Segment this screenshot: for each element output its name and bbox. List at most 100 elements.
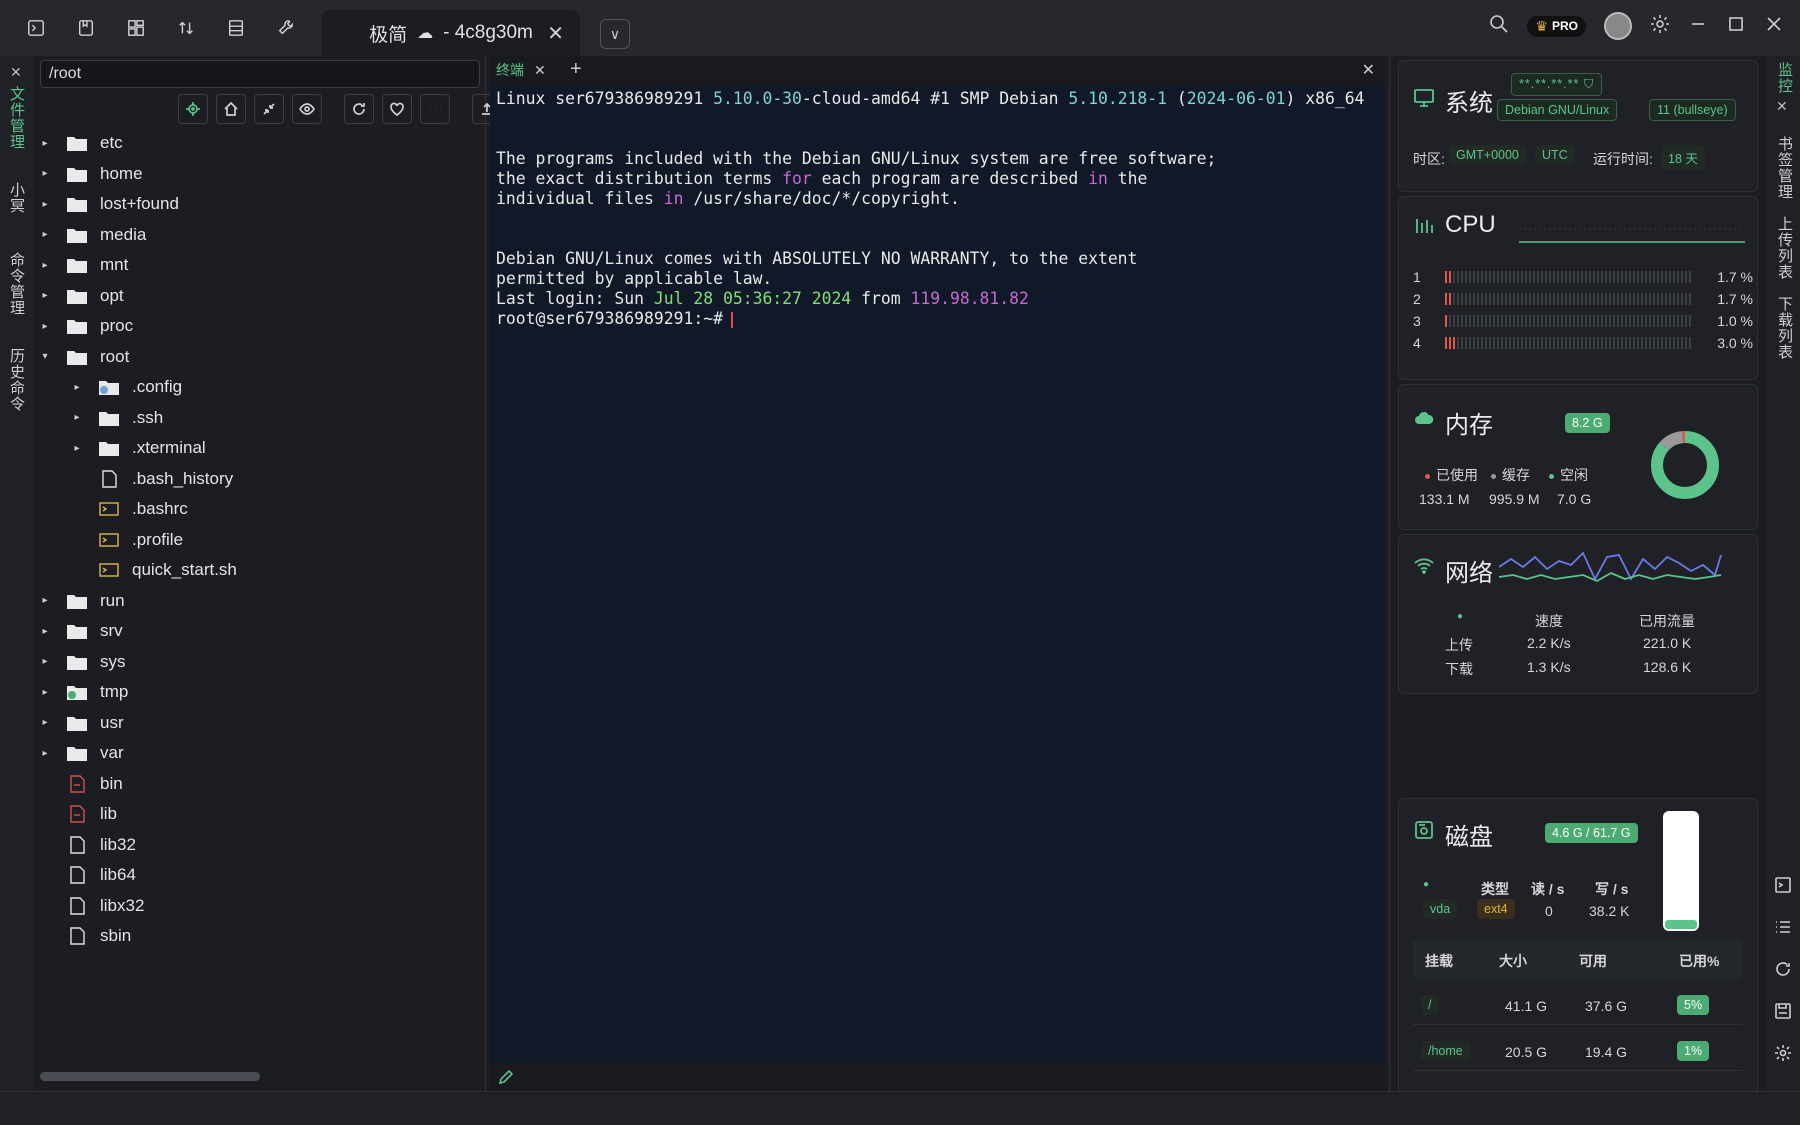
cpu-card: CPU 1 1.7 % 2 1.7 % 3 1.0 % 4 3.0 %: [1398, 196, 1758, 380]
chevron-right-icon[interactable]: ▸: [38, 717, 52, 728]
chevron-right-icon[interactable]: ▸: [38, 290, 52, 301]
tree-item[interactable]: ▸ mnt: [38, 248, 128, 282]
terminal-panel[interactable]: 终端 ✕ + ✕ Linux ser679386989291 5.10.0-30-…: [490, 56, 1385, 1091]
chevron-down-icon[interactable]: ∨: [600, 19, 630, 49]
tree-item[interactable]: ▸ .xterminal: [70, 431, 205, 465]
memory-free-value: 7.0 G: [1557, 491, 1592, 507]
mount-avail: 37.6 G: [1585, 998, 1628, 1014]
tab-notes[interactable]: 小冥: [6, 182, 27, 214]
tree-item[interactable]: ▸ sys: [38, 645, 125, 679]
tab-command-manager[interactable]: 命令管理: [6, 252, 27, 316]
more-button[interactable]: [420, 94, 450, 124]
tree-item[interactable]: quick_start.sh: [70, 553, 237, 587]
collapse-button[interactable]: [254, 94, 284, 124]
chevron-right-icon[interactable]: ▸: [70, 412, 84, 423]
tree-item[interactable]: .profile: [70, 523, 183, 557]
cloud-icon: [1413, 407, 1435, 434]
tree-item[interactable]: ▸ .ssh: [70, 401, 163, 435]
tree-item[interactable]: ▸ var: [38, 736, 123, 770]
close-terminal-tab-icon[interactable]: ✕: [534, 62, 546, 78]
session-tab[interactable]: 极简 ☁ - 4c8g30m ✕: [322, 10, 580, 56]
tree-item[interactable]: ▸ tmp: [38, 675, 128, 709]
tree-item[interactable]: ▸ srv: [38, 614, 122, 648]
folder-clock-icon: [66, 683, 88, 701]
tree-item[interactable]: ▸ opt: [38, 279, 123, 313]
tab-upload-list[interactable]: 上传列表: [1774, 216, 1795, 280]
minimize-icon[interactable]: [1688, 14, 1708, 39]
gear-small-icon[interactable]: [1774, 1044, 1792, 1067]
folder-icon: [66, 592, 88, 610]
path-input[interactable]: /root: [40, 60, 480, 88]
search-icon[interactable]: [1489, 14, 1509, 39]
tab-monitor[interactable]: 监控: [1774, 62, 1795, 94]
terminal-tab[interactable]: 终端 ✕: [496, 60, 546, 80]
locate-button[interactable]: [178, 94, 208, 124]
add-terminal-icon[interactable]: +: [570, 58, 582, 81]
chevron-right-icon[interactable]: ▸: [38, 138, 52, 149]
close-monitor-icon[interactable]: ✕: [1776, 98, 1788, 115]
tree-item[interactable]: ▸ usr: [38, 706, 123, 740]
tab-history[interactable]: 历史命令: [6, 348, 27, 412]
chevron-right-icon[interactable]: ▸: [38, 199, 52, 210]
tree-item[interactable]: lib: [38, 797, 117, 831]
gear-icon[interactable]: [1650, 14, 1670, 39]
terminal-output[interactable]: Linux ser679386989291 5.10.0-30-cloud-am…: [496, 89, 1364, 329]
list-small-icon[interactable]: [1774, 918, 1792, 941]
eye-button[interactable]: [292, 94, 322, 124]
horizontal-scrollbar[interactable]: [40, 1072, 260, 1081]
tree-item[interactable]: ▸ lost+found: [38, 187, 178, 221]
tree-item[interactable]: ▸ etc: [38, 126, 122, 160]
chevron-right-icon[interactable]: ▸: [38, 168, 52, 179]
refresh-small-icon[interactable]: [1774, 960, 1792, 983]
chevron-right-icon[interactable]: ▸: [38, 626, 52, 637]
favorite-button[interactable]: [382, 94, 412, 124]
tree-item[interactable]: ▸ proc: [38, 309, 133, 343]
chevron-right-icon[interactable]: ▸: [38, 595, 52, 606]
refresh-button[interactable]: [344, 94, 374, 124]
close-tab-icon[interactable]: ✕: [547, 21, 564, 46]
tab-download-list[interactable]: 下载列表: [1774, 296, 1795, 360]
pro-badge[interactable]: ♛ PRO: [1527, 15, 1586, 37]
tree-item[interactable]: lib64: [38, 858, 136, 892]
save-small-icon[interactable]: [1774, 1002, 1792, 1025]
tree-item[interactable]: ▸ home: [38, 157, 142, 191]
terminal-icon[interactable]: [22, 14, 50, 42]
tree-item[interactable]: lib32: [38, 828, 136, 862]
ip-badge[interactable]: **.**.**.** ⛉: [1511, 73, 1603, 96]
tree-item[interactable]: .bash_history: [70, 462, 233, 496]
tab-bookmarks[interactable]: 书签管理: [1774, 136, 1795, 200]
memory-cache-value: 995.9 M: [1489, 491, 1540, 507]
chevron-right-icon[interactable]: ▸: [38, 321, 52, 332]
chevron-right-icon[interactable]: ▸: [38, 260, 52, 271]
tree-item[interactable]: .bashrc: [70, 492, 188, 526]
tree-item[interactable]: ▸ media: [38, 218, 146, 252]
close-panel-icon[interactable]: ✕: [10, 64, 22, 81]
close-terminal-icon[interactable]: ✕: [1362, 60, 1375, 80]
tree-item[interactable]: bin: [38, 767, 123, 801]
pen-icon[interactable]: [498, 1069, 514, 1085]
tree-item-label: quick_start.sh: [132, 560, 237, 579]
chevron-right-icon[interactable]: ▸: [70, 382, 84, 393]
terminal-small-icon[interactable]: [1774, 876, 1792, 899]
tree-item[interactable]: libx32: [38, 889, 144, 923]
chevron-right-icon[interactable]: ▸: [38, 748, 52, 759]
grid-icon[interactable]: [122, 14, 150, 42]
tab-file-manager[interactable]: 文件管理: [6, 86, 27, 150]
chevron-down-icon[interactable]: ▾: [38, 351, 52, 362]
avatar[interactable]: [1604, 12, 1632, 40]
tree-item[interactable]: sbin: [38, 919, 131, 953]
tree-item[interactable]: ▾ root: [38, 340, 129, 374]
list-icon[interactable]: [222, 14, 250, 42]
transfer-icon[interactable]: [172, 14, 200, 42]
tree-item[interactable]: ▸ .config: [70, 370, 182, 404]
chevron-right-icon[interactable]: ▸: [38, 687, 52, 698]
chevron-right-icon[interactable]: ▸: [70, 443, 84, 454]
chevron-right-icon[interactable]: ▸: [38, 656, 52, 667]
close-window-icon[interactable]: [1764, 14, 1784, 39]
home-button[interactable]: [216, 94, 246, 124]
tree-item[interactable]: ▸ run: [38, 584, 124, 618]
maximize-icon[interactable]: [1726, 14, 1746, 39]
chevron-right-icon[interactable]: ▸: [38, 229, 52, 240]
bookmark-icon[interactable]: [72, 14, 100, 42]
wrench-icon[interactable]: [272, 14, 300, 42]
